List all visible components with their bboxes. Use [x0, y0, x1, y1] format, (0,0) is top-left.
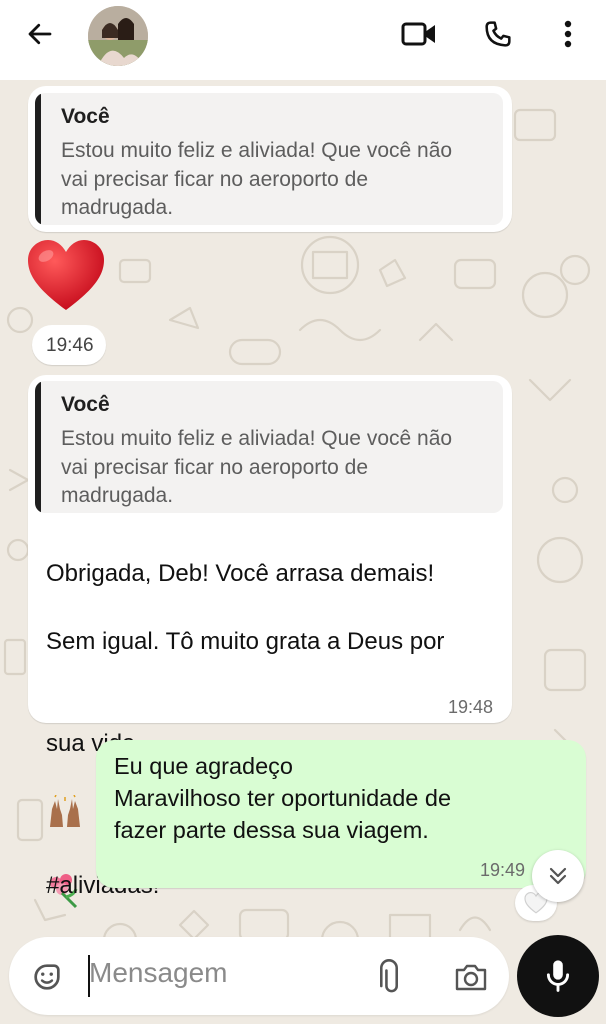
- arrow-left-icon[interactable]: [18, 14, 62, 54]
- scroll-to-bottom-button[interactable]: [532, 850, 584, 902]
- video-call-icon[interactable]: [398, 16, 440, 52]
- heart-timestamp: 19:46: [32, 325, 106, 365]
- message-line: Obrigada, Deb! Você arrasa demais!: [46, 560, 435, 587]
- double-chevron-down-icon: [549, 867, 567, 885]
- message-bubble-incoming[interactable]: Você Estou muito feliz e aliviada! Que v…: [28, 86, 512, 232]
- quote-text: Estou muito feliz e aliviada! Que você n…: [61, 427, 453, 507]
- chat-header: [0, 0, 606, 80]
- message-input[interactable]: Mensagem: [89, 957, 228, 989]
- message-bubble-incoming[interactable]: Você Estou muito feliz e aliviada! Que v…: [28, 375, 512, 984]
- quote-text: Estou muito feliz e aliviada! Que você n…: [61, 139, 453, 219]
- timestamp: 19:48: [448, 697, 494, 717]
- phone-icon[interactable]: [478, 14, 518, 54]
- microphone-icon: [546, 960, 570, 992]
- quote-author: Você: [61, 105, 110, 128]
- sticker-icon[interactable]: [27, 957, 67, 997]
- message-composer[interactable]: Mensagem: [9, 937, 509, 1015]
- quoted-message[interactable]: Você Estou muito feliz e aliviada! Que v…: [35, 381, 503, 513]
- message-text: Eu que agradeço Maravilhoso ter oportuni…: [114, 753, 452, 843]
- quoted-message[interactable]: Você Estou muito feliz e aliviada! Que v…: [35, 93, 503, 225]
- message-line: Sem igual. Tô muito grata a Deus por: [46, 628, 445, 655]
- quote-bar: [35, 381, 41, 513]
- camera-icon[interactable]: [449, 957, 493, 997]
- contact-avatar[interactable]: [88, 6, 148, 66]
- more-vert-icon[interactable]: [552, 14, 584, 54]
- raising-hands-emoji: [46, 761, 84, 839]
- timestamp: 19:49: [480, 860, 526, 880]
- quote-bar: [35, 93, 41, 225]
- timestamp: 19:46: [46, 335, 94, 356]
- paperclip-icon[interactable]: [369, 957, 409, 997]
- quote-author: Você: [61, 393, 110, 416]
- microphone-button[interactable]: [517, 935, 599, 1017]
- heart-emoji-message[interactable]: [26, 238, 106, 319]
- message-bubble-outgoing[interactable]: Eu que agradeço Maravilhoso ter oportuni…: [96, 740, 586, 888]
- message-line-with-emoji: sua vida.: [46, 693, 506, 984]
